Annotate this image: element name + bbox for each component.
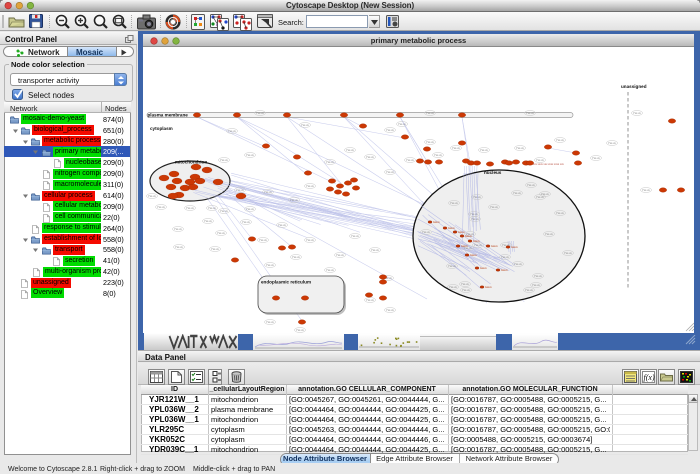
svg-text:Yxx-xx: Yxx-xx	[473, 195, 481, 199]
svg-text:Yxx-xx: Yxx-xx	[301, 123, 309, 127]
svg-text:nucleus: nucleus	[484, 170, 502, 175]
svg-text:Yxx-xx: Yxx-xx	[470, 212, 478, 216]
svg-text:Gxxxx: Gxxxx	[485, 286, 492, 289]
svg-text:Gxxxx: Gxxxx	[491, 245, 498, 248]
svg-text:Yxx-xx: Yxx-xx	[306, 238, 314, 242]
svg-text:Yxx-xx: Yxx-xx	[592, 156, 600, 160]
svg-text:unassigned: unassigned	[621, 84, 647, 89]
svg-text:Yxx-xx: Yxx-xx	[264, 190, 272, 194]
svg-text:Gxxxx: Gxxxx	[480, 267, 487, 270]
svg-text:Yxx-xx: Yxx-xx	[448, 264, 456, 268]
svg-text:Yxx-xx: Yxx-xx	[541, 192, 549, 196]
svg-text:Yxx-xx: Yxx-xx	[351, 234, 359, 238]
svg-text:Yxx-xx: Yxx-xx	[296, 328, 304, 332]
svg-text:Yxx-xx: Yxx-xx	[290, 198, 298, 202]
svg-text:Yxx-xx: Yxx-xx	[426, 111, 434, 115]
svg-text:Yxx-xx: Yxx-xx	[220, 158, 228, 162]
svg-text:endoplasmic reticulum: endoplasmic reticulum	[261, 280, 311, 285]
svg-text:Yxx-xx: Yxx-xx	[246, 207, 254, 211]
svg-text:Yxx-xx: Yxx-xx	[386, 308, 394, 312]
svg-text:Yxx-xx: Yxx-xx	[326, 160, 334, 164]
svg-text:Yxx-xx: Yxx-xx	[536, 158, 544, 162]
svg-text:Yxx-xx: Yxx-xx	[208, 206, 216, 210]
svg-text:Yxx-xx: Yxx-xx	[527, 183, 535, 187]
svg-text:Yxx-xx: Yxx-xx	[526, 111, 534, 115]
svg-text:Yxx-xx: Yxx-xx	[450, 201, 458, 205]
svg-text:Yxx-xx: Yxx-xx	[175, 245, 183, 249]
svg-text:Yxx-xx: Yxx-xx	[266, 320, 274, 324]
svg-text:Yxx-xx: Yxx-xx	[228, 129, 236, 133]
svg-text:Yxx-xx: Yxx-xx	[490, 205, 498, 209]
svg-text:Yxx-xx: Yxx-xx	[545, 232, 553, 236]
svg-text:Yxx-xx: Yxx-xx	[186, 206, 194, 210]
svg-text:Gxxxx: Gxxxx	[501, 269, 508, 272]
svg-text:Yxx-xx: Yxx-xx	[532, 283, 540, 287]
svg-text:Gxxxx: Gxxxx	[511, 246, 518, 249]
svg-text:Yxx-xx: Yxx-xx	[346, 148, 354, 152]
svg-text:Yxx-xx: Yxx-xx	[326, 268, 334, 272]
svg-text:cytoplasm: cytoplasm	[150, 126, 173, 131]
svg-text:Yxx-xx: Yxx-xx	[434, 153, 442, 157]
svg-text:Yxx-xx: Yxx-xx	[516, 146, 524, 150]
svg-text:Yxx-xx: Yxx-xx	[406, 158, 414, 162]
svg-text:Yxx-xx: Yxx-xx	[514, 262, 522, 266]
svg-text:Yxx-xx: Yxx-xx	[204, 219, 212, 223]
svg-text:Gxxxx: Gxxxx	[458, 231, 465, 234]
svg-text:Gxxxx: Gxxxx	[473, 240, 480, 243]
svg-text:Yxx-xx: Yxx-xx	[386, 128, 394, 132]
svg-text:Yxx-xx: Yxx-xx	[242, 220, 250, 224]
svg-text:Yxx-xx: Yxx-xx	[556, 211, 564, 215]
svg-text:Yxx-xx: Yxx-xx	[462, 288, 470, 292]
svg-text:Yxx-xx: Yxx-xx	[501, 255, 509, 259]
svg-text:Gxxxx: Gxxxx	[465, 235, 472, 238]
svg-text:Gxxxx: Gxxxx	[461, 245, 468, 248]
svg-text:Yxx-xx: Yxx-xx	[426, 140, 434, 144]
svg-text:Yxx-xx: Yxx-xx	[642, 188, 650, 192]
svg-text:Yxx-xx: Yxx-xx	[474, 243, 482, 247]
svg-text:Gxxxx: Gxxxx	[448, 227, 455, 230]
svg-text:xxx xxxx xxx xxxx xxxx xxx: xxx xxxx xxx xxxx xxxx xxx	[533, 163, 565, 166]
svg-text:Gxxxx: Gxxxx	[433, 221, 440, 224]
svg-text:Yxx-xx: Yxx-xx	[292, 255, 300, 259]
svg-text:Yxx-xx: Yxx-xx	[371, 248, 379, 252]
svg-text:Yxx-xx: Yxx-xx	[386, 170, 394, 174]
svg-text:Yxx-xx: Yxx-xx	[211, 247, 219, 251]
svg-text:f(x): f(x)	[644, 373, 655, 382]
svg-text:Yxx-xx: Yxx-xx	[564, 251, 572, 255]
svg-text:Yxx-xx: Yxx-xx	[246, 153, 254, 157]
svg-text:Yxx-xx: Yxx-xx	[366, 155, 374, 159]
svg-text:Yxx-xx: Yxx-xx	[608, 141, 616, 145]
svg-text:Yxx-xx: Yxx-xx	[633, 111, 641, 115]
svg-text:Yxx-xx: Yxx-xx	[217, 231, 225, 235]
svg-text:Yxx-xx: Yxx-xx	[148, 194, 156, 198]
svg-text:Yxx-xx: Yxx-xx	[556, 138, 564, 142]
svg-text:Yxx-xx: Yxx-xx	[398, 122, 406, 126]
svg-text:Yxx-xx: Yxx-xx	[471, 217, 479, 221]
svg-text:Yxx-xx: Yxx-xx	[452, 146, 460, 150]
svg-text:Yxx-xx: Yxx-xx	[220, 209, 228, 213]
svg-text:Yxx-xx: Yxx-xx	[461, 282, 469, 286]
svg-text:Yxx-xx: Yxx-xx	[266, 263, 274, 267]
svg-text:Yxx-xx: Yxx-xx	[422, 230, 430, 234]
svg-text:Yxx-xx: Yxx-xx	[513, 191, 521, 195]
svg-text:Yxx-xx: Yxx-xx	[278, 223, 286, 227]
svg-text:Yxx-xx: Yxx-xx	[174, 227, 182, 231]
svg-text:Yxx-xx: Yxx-xx	[525, 288, 533, 292]
svg-text:Yxx-xx: Yxx-xx	[306, 184, 314, 188]
svg-text:Yxx-xx: Yxx-xx	[366, 298, 374, 302]
svg-text:Yxx-xx: Yxx-xx	[236, 188, 244, 192]
svg-text:Yxx-xx: Yxx-xx	[480, 148, 488, 152]
svg-text:Yxx-xx: Yxx-xx	[449, 285, 457, 289]
svg-text:Gxxxx: Gxxxx	[470, 254, 477, 257]
svg-text:Yxx-xx: Yxx-xx	[259, 238, 267, 242]
svg-text:plasma membrane: plasma membrane	[148, 112, 189, 117]
svg-text:Yxx-xx: Yxx-xx	[256, 111, 264, 115]
svg-text:mitochondrion: mitochondrion	[175, 160, 207, 165]
svg-text:Yxx-xx: Yxx-xx	[534, 274, 542, 278]
svg-text:Yxx-xx: Yxx-xx	[157, 205, 165, 209]
svg-text:Yxx-xx: Yxx-xx	[336, 253, 344, 257]
